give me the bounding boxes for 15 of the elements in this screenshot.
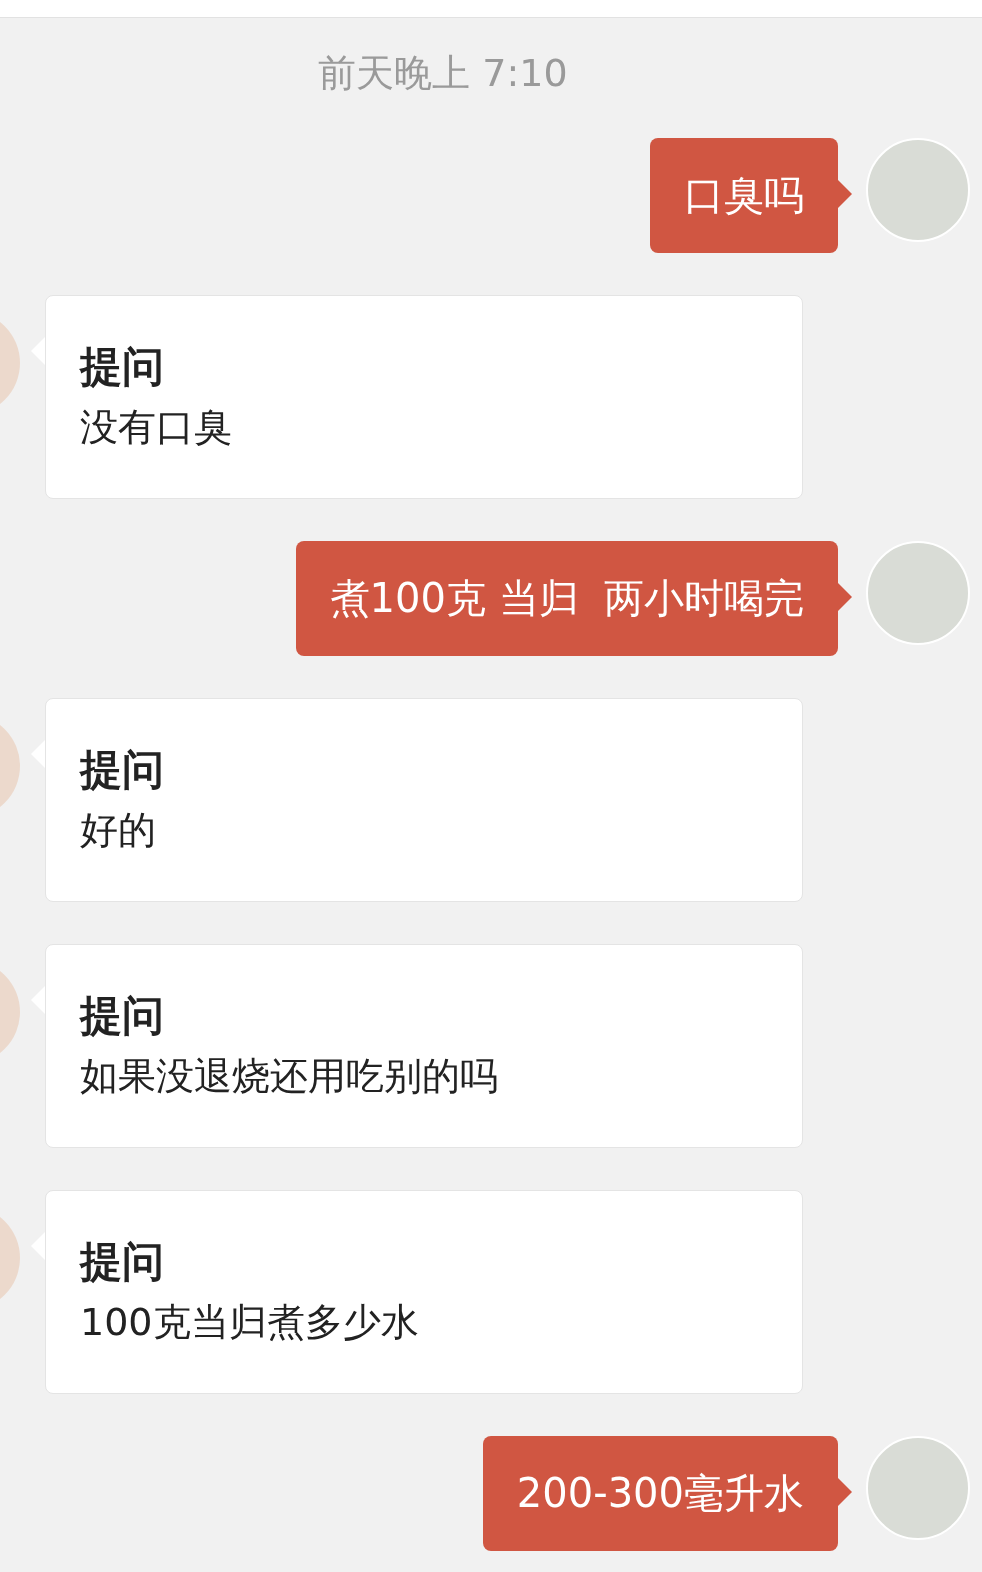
bubble-tail <box>838 583 852 611</box>
card-text: 100克当归煮多少水 <box>80 1299 420 1346</box>
card-title: 提问 <box>80 990 165 1042</box>
message-bubble: 200-300毫升水 <box>482 1436 838 1551</box>
message-bubble: 口臭吗 <box>650 138 838 253</box>
card-title: 提问 <box>80 341 165 393</box>
bubble-tail <box>838 180 852 208</box>
bubble-tail <box>838 1478 852 1506</box>
card-text: 如果没退烧还用吃别的吗 <box>80 1053 499 1100</box>
card-text: 好的 <box>80 807 157 854</box>
card-title: 提问 <box>80 1236 165 1288</box>
timestamp: 前天晚上 7:10 <box>318 50 568 97</box>
card-text: 没有口臭 <box>80 404 233 451</box>
card-title: 提问 <box>80 744 165 796</box>
message-bubble: 煮100克 当归 两小时喝完 <box>295 541 838 656</box>
